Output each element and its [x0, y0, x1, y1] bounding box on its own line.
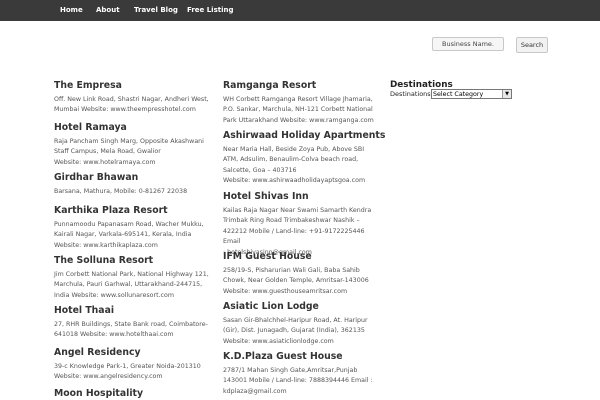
listing-item: Moon Hospitality — [54, 388, 214, 399]
listing-title[interactable]: Girdhar Bhawan — [54, 172, 214, 183]
business-name-search-input[interactable] — [432, 37, 504, 51]
listing-title[interactable]: Ramganga Resort — [223, 80, 383, 91]
listing-title[interactable]: IFM Guest House — [223, 251, 383, 262]
listing-item: Angel Residency 39-c Knowledge Park-1, G… — [54, 347, 214, 383]
listing-description: Barsana, Mathura, Mobile: 0-81267 22038 — [54, 188, 188, 195]
search-button[interactable]: Search — [516, 37, 548, 53]
listing-title[interactable]: Angel Residency — [54, 347, 214, 358]
listing-item: IFM Guest House 258/19-S, Pisharurian Wa… — [223, 251, 383, 297]
listing-item: K.D.Plaza Guest House 2787/1 Mahan Singh… — [223, 351, 383, 397]
listing-title[interactable]: Moon Hospitality — [54, 388, 214, 399]
nav-free-listing[interactable]: Free Listing — [187, 0, 233, 21]
nav-about[interactable]: About — [96, 0, 120, 21]
listing-title[interactable]: Hotel Ramaya — [54, 122, 214, 133]
chevron-down-icon[interactable]: ▼ — [502, 90, 511, 98]
listing-item: Girdhar Bhawan Barsana, Mathura, Mobile:… — [54, 172, 214, 197]
listing-item: The Empresa Off. New Link Road, Shastri … — [54, 80, 214, 116]
listing-item: Ramganga Resort WH Corbett Ramganga Reso… — [223, 80, 383, 126]
listing-title[interactable]: K.D.Plaza Guest House — [223, 351, 383, 362]
listing-item: Hotel Ramaya Raja Pancham Singh Marg, Op… — [54, 122, 214, 168]
listing-description: Sasan Gir-Bhalchhel-Haripur Road, At. Ha… — [223, 317, 368, 345]
listing-description: Off. New Link Road, Shastri Nagar, Andhe… — [54, 96, 209, 114]
listing-title[interactable]: Asiatic Lion Lodge — [223, 301, 383, 312]
listing-description: Jim Corbett National Park, National High… — [54, 271, 209, 299]
listing-description: 27, RHR Buildings, State Bank road, Coim… — [54, 321, 208, 339]
listing-title[interactable]: Hotel Thaai — [54, 305, 214, 316]
listing-item: Asiatic Lion Lodge Sasan Gir-Bhalchhel-H… — [223, 301, 383, 347]
listing-title[interactable]: Karthika Plaza Resort — [54, 205, 214, 216]
top-navbar: Home About Travel Blog Free Listing — [0, 0, 600, 21]
listing-title[interactable]: The Empresa — [54, 80, 214, 91]
listing-description: 258/19-S, Pisharurian Wali Gali, Baba Sa… — [223, 267, 369, 295]
listing-description: Raja Pancham Singh Marg, Opposite Akashw… — [54, 138, 204, 166]
listing-description: 2787/1 Mahan Singh Gate,Amritsar,Punjab … — [223, 367, 373, 395]
listing-item: The Solluna Resort Jim Corbett National … — [54, 255, 214, 301]
destinations-label: Destinations — [390, 90, 431, 98]
nav-travel-blog[interactable]: Travel Blog — [134, 0, 178, 21]
listing-description: Punnamoodu Papanasam Road, Wacher Mukku,… — [54, 221, 204, 249]
listing-item: Hotel Shivas Inn Kailas Raja Nagar Near … — [223, 191, 383, 258]
listing-title[interactable]: The Solluna Resort — [54, 255, 214, 266]
listing-item: Ashirwaad Holiday Apartments Near Maria … — [223, 130, 385, 187]
nav-home[interactable]: Home — [60, 0, 83, 21]
listing-item: Hotel Thaai 27, RHR Buildings, State Ban… — [54, 305, 214, 341]
destinations-category-select[interactable]: Select Category ▼ — [431, 89, 512, 99]
listing-description: 39-c Knowledge Park-1, Greater Noida-201… — [54, 363, 201, 381]
listing-description: WH Corbett Ramganga Resort Village Jhama… — [223, 96, 374, 124]
listing-title[interactable]: Ashirwaad Holiday Apartments — [223, 130, 385, 141]
destinations-select-value: Select Category — [433, 91, 484, 98]
listing-title[interactable]: Hotel Shivas Inn — [223, 191, 383, 202]
listing-item: Karthika Plaza Resort Punnamoodu Papanas… — [54, 205, 214, 251]
listing-description: Near Maria Hall, Beside Zoya Pub, Above … — [223, 146, 366, 185]
